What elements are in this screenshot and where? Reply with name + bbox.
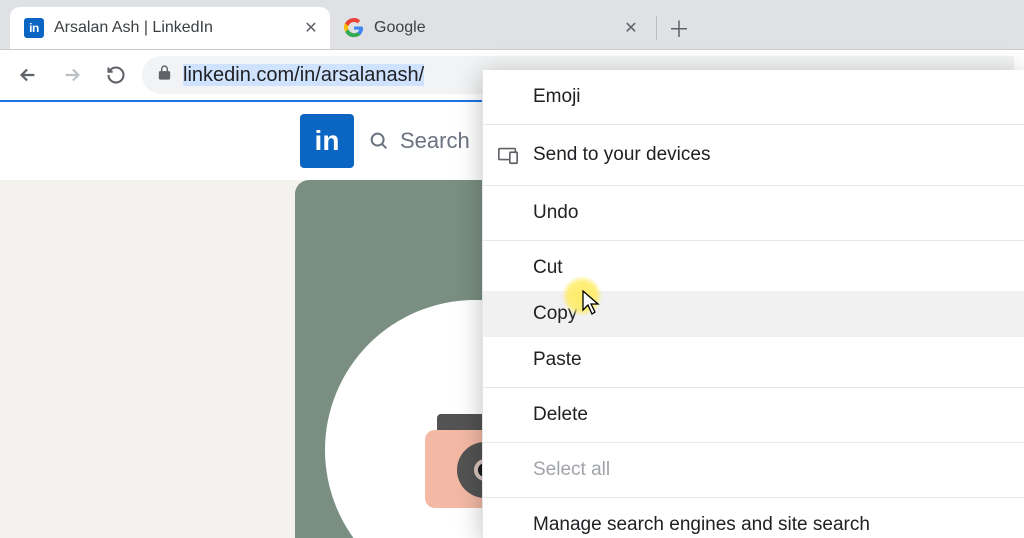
menu-item-label: Paste <box>533 349 582 371</box>
menu-item-label: Undo <box>533 202 578 224</box>
close-icon[interactable]: ✕ <box>622 19 640 37</box>
menu-item-manage[interactable]: Manage search engines and site search <box>483 502 1024 538</box>
linkedin-favicon: in <box>24 18 44 38</box>
browser-tab-active[interactable]: in Arsalan Ash | LinkedIn ✕ <box>10 7 330 49</box>
new-tab-button[interactable]: ＋ <box>663 12 695 44</box>
devices-icon <box>497 144 519 166</box>
reload-button[interactable] <box>98 57 134 93</box>
url-text: linkedin.com/in/arsalanash/ <box>183 64 424 87</box>
linkedin-logo[interactable]: in <box>300 114 354 168</box>
forward-button[interactable] <box>54 57 90 93</box>
browser-tab-inactive[interactable]: Google ✕ <box>330 7 650 49</box>
menu-item-delete[interactable]: Delete <box>483 392 1024 438</box>
menu-separator <box>483 497 1024 498</box>
menu-item-label: Send to your devices <box>533 144 710 166</box>
close-icon[interactable]: ✕ <box>302 19 320 37</box>
lock-icon <box>156 64 173 86</box>
menu-item-label: Cut <box>533 257 563 279</box>
menu-item-selectall: Select all <box>483 447 1024 493</box>
menu-separator <box>483 442 1024 443</box>
search-icon <box>368 130 390 152</box>
menu-item-label: Copy <box>533 303 577 325</box>
menu-separator <box>483 185 1024 186</box>
menu-item-label: Select all <box>533 459 610 481</box>
menu-item-label: Manage search engines and site search <box>533 514 870 536</box>
tab-title: Arsalan Ash | LinkedIn <box>54 19 292 37</box>
google-favicon <box>344 18 364 38</box>
address-bar-context-menu: Emoji Send to your devices Undo Cut Copy Past… <box>482 70 1024 538</box>
tab-title: Google <box>374 19 612 37</box>
menu-item-send[interactable]: Send to your devices <box>483 129 1024 181</box>
menu-separator <box>483 387 1024 388</box>
tab-separator <box>656 16 657 40</box>
browser-tab-strip: in Arsalan Ash | LinkedIn ✕ Google ✕ ＋ <box>0 0 1024 50</box>
linkedin-search[interactable]: Search <box>368 118 470 164</box>
menu-item-label: Emoji <box>533 86 581 108</box>
menu-item-emoji[interactable]: Emoji <box>483 74 1024 120</box>
search-placeholder: Search <box>400 128 470 154</box>
menu-separator <box>483 124 1024 125</box>
menu-item-undo[interactable]: Undo <box>483 190 1024 236</box>
menu-item-label: Delete <box>533 404 588 426</box>
menu-item-copy[interactable]: Copy <box>483 291 1024 337</box>
menu-item-cut[interactable]: Cut <box>483 245 1024 291</box>
menu-item-paste[interactable]: Paste <box>483 337 1024 383</box>
menu-separator <box>483 240 1024 241</box>
back-button[interactable] <box>10 57 46 93</box>
